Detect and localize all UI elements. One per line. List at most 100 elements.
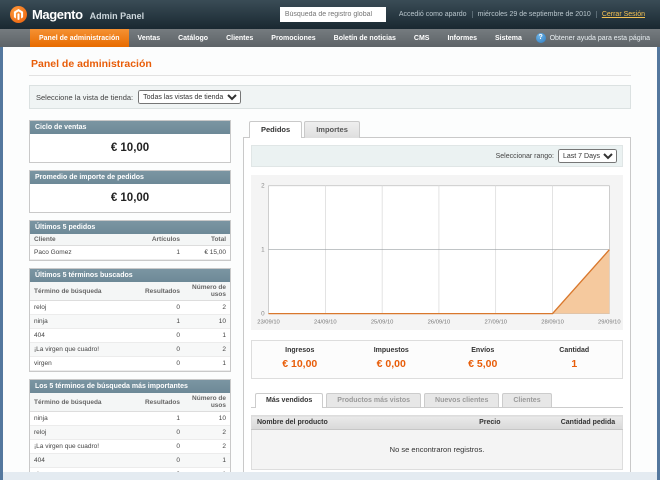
top-search-terms-card: Los 5 términos de búsqueda más important… <box>29 379 231 472</box>
grid-tabs: Más vendidos Productos más vistos Nuevos c… <box>251 393 623 409</box>
column-header: Resultados <box>134 282 184 301</box>
bestsellers-table: Nombre del producto Precio Cantidad pedida… <box>251 415 623 471</box>
svg-text:27/09/10: 27/09/10 <box>484 319 507 325</box>
table-row[interactable]: reloj 0 2 <box>30 425 230 440</box>
session-meta: Accedió como apardo miércoles 29 de sept… <box>394 11 650 18</box>
chart-tab-1[interactable]: Importes <box>304 121 360 138</box>
column-header: Cantidad pedida <box>555 415 623 431</box>
table-cell: 0 <box>134 356 184 371</box>
table-cell: 0 <box>134 328 184 343</box>
table-row[interactable]: Paco Gomez 1 € 15,00 <box>30 245 230 260</box>
total-label: Envíos <box>471 347 495 355</box>
global-search-input[interactable] <box>279 7 386 22</box>
table-row[interactable]: 404 0 1 <box>30 328 230 343</box>
grid-tab-1[interactable]: Productos más vistos <box>326 393 422 408</box>
column-header: Precio <box>474 415 556 431</box>
store-view-label: Seleccione la vista de tienda: <box>36 92 134 102</box>
total-label: Impuestos <box>373 347 409 355</box>
column-header: Número de usos <box>184 282 230 301</box>
store-view-bar: Seleccione la vista de tienda: Todas las… <box>29 85 631 109</box>
nav-tab-3[interactable]: Clientes <box>217 29 262 47</box>
chart-panel: Seleccionar rango: Last 7 Days 0 1 2 23/09/… <box>243 137 631 472</box>
logo-title: Magento <box>32 7 83 22</box>
table-cell: 10 <box>184 411 230 426</box>
average-orders-card: Promedio de importe de pedidos € 10,00 <box>29 170 231 213</box>
average-orders-value: € 10,00 <box>110 192 150 204</box>
table-row[interactable]: 404 0 1 <box>30 453 230 468</box>
table-row[interactable]: ¡La virgen que cuadro! 0 2 <box>30 342 230 357</box>
svg-text:29/09/10: 29/09/10 <box>598 319 621 325</box>
store-view-select[interactable]: Todas las vistas de tienda <box>138 90 242 104</box>
grid-tab-2[interactable]: Nuevos clientes <box>424 393 500 408</box>
last-search-terms-card: Últimos 5 términos buscados Término de b… <box>29 268 231 372</box>
table-row[interactable]: ninja 1 10 <box>30 411 230 426</box>
total-value: € 5,00 <box>468 358 498 371</box>
table-cell: ¡La virgen que cuadro! <box>30 439 134 454</box>
chart-tab-0[interactable]: Pedidos <box>249 121 303 138</box>
svg-text:0: 0 <box>261 311 265 318</box>
total-cell-1: Impuestos € 0,00 <box>346 347 438 372</box>
table-cell: 1 <box>184 356 230 371</box>
help-link[interactable]: ? Obtener ayuda para esta página <box>535 29 650 47</box>
chart-tabs: Pedidos Importes <box>243 120 631 138</box>
table-cell: 0 <box>134 300 184 315</box>
grid-tab-0[interactable]: Más vendidos <box>255 393 324 409</box>
table-cell: 1 <box>184 328 230 343</box>
svg-text:28/09/10: 28/09/10 <box>541 319 564 325</box>
table-cell: 404 <box>30 453 134 468</box>
table-row[interactable]: ¡La virgen que cuadro! 0 2 <box>30 439 230 454</box>
table-cell: 2 <box>184 439 230 454</box>
top-header-bar: Magento Admin Panel Accedió como apardo … <box>0 0 660 29</box>
magento-logo-icon <box>10 6 27 23</box>
nav-tab-0[interactable]: Panel de administración <box>30 29 129 47</box>
total-label: Cantidad <box>559 347 590 355</box>
nav-tab-6[interactable]: CMS <box>405 29 439 47</box>
last-orders-card: Últimos 5 pedidos Cliente Artículos Total P… <box>29 220 231 261</box>
grid-tab-3[interactable]: Clientes <box>502 393 552 408</box>
nav-tab-7[interactable]: Informes <box>438 29 486 47</box>
column-header: Nombre del producto <box>251 415 475 431</box>
empty-message: No se encontraron registros. <box>251 429 623 470</box>
dashboard-right-column: Pedidos Importes Seleccionar rango: Last … <box>243 120 631 472</box>
nav-tab-2[interactable]: Catálogo <box>169 29 217 47</box>
last-search-terms-title: Últimos 5 términos buscados <box>30 269 230 282</box>
table-cell: 2 <box>184 300 230 315</box>
column-header: Total <box>184 234 230 246</box>
table-cell: 0 <box>134 425 184 440</box>
lifetime-sales-card: Ciclo de ventas € 10,00 <box>29 120 231 163</box>
total-label: Ingresos <box>285 347 315 355</box>
lifetime-sales-title: Ciclo de ventas <box>30 121 230 134</box>
logged-in-as: Accedió como apardo <box>398 11 467 18</box>
svg-text:25/09/10: 25/09/10 <box>371 319 394 325</box>
nav-tab-4[interactable]: Promociones <box>262 29 324 47</box>
nav-tab-8[interactable]: Sistema <box>486 29 531 47</box>
average-orders-title: Promedio de importe de pedidos <box>30 171 230 184</box>
table-row[interactable]: ninja 1 10 <box>30 314 230 329</box>
column-header: Término de búsqueda <box>30 393 134 412</box>
table-cell: 2 <box>184 425 230 440</box>
top-search-terms-table: Término de búsqueda Resultados Número de u… <box>30 393 230 472</box>
logout-link[interactable]: Cerrar Sesión <box>595 11 650 18</box>
table-cell: € 15,00 <box>184 245 230 260</box>
nav-tab-1[interactable]: Ventas <box>129 29 170 47</box>
table-row[interactable]: virgen 0 1 <box>30 356 230 371</box>
page-footer-strip <box>3 472 657 480</box>
help-label: Obtener ayuda para esta página <box>549 34 650 42</box>
dashboard-page: Panel de administración Seleccione la vi… <box>3 47 657 472</box>
table-cell: 1 <box>184 453 230 468</box>
column-header: Resultados <box>134 393 184 412</box>
total-cell-3: Cantidad 1 <box>529 347 621 372</box>
table-row[interactable]: reloj 0 2 <box>30 300 230 315</box>
orders-chart-wrap: 0 1 2 23/09/10 24/09/10 25/09/10 26/09/10 27/09… <box>251 175 623 331</box>
column-header: Número de usos <box>184 393 230 412</box>
range-select[interactable]: Last 7 Days <box>558 149 617 163</box>
magento-logo: Magento Admin Panel <box>10 6 144 23</box>
last-orders-table: Cliente Artículos Total Paco Gomez 1 € 15,00 <box>30 234 230 260</box>
table-cell: 0 <box>134 439 184 454</box>
total-value: € 0,00 <box>376 358 406 371</box>
page-title: Panel de administración <box>29 53 631 76</box>
logo-subtitle: Admin Panel <box>89 10 145 21</box>
nav-tab-5[interactable]: Boletín de noticias <box>325 29 405 47</box>
svg-text:26/09/10: 26/09/10 <box>428 319 451 325</box>
range-bar: Seleccionar rango: Last 7 Days <box>251 145 623 167</box>
